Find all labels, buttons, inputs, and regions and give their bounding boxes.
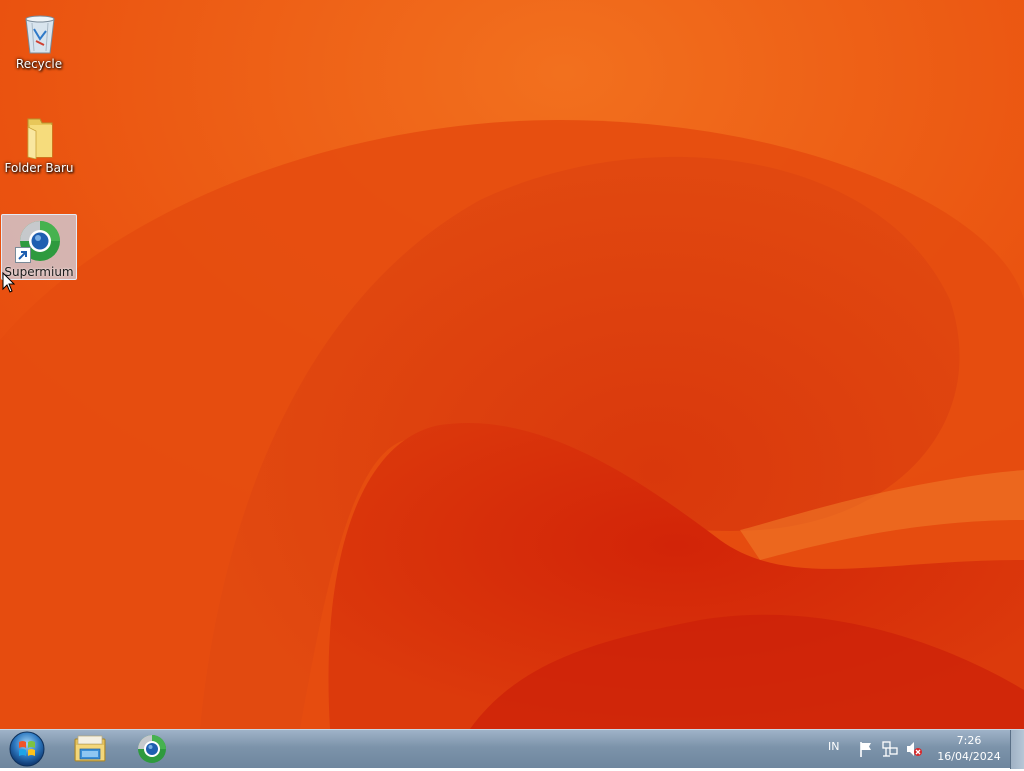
desktop-icon-recycle-bin[interactable]: Recycle: [1, 6, 77, 72]
desktop-icon-supermium[interactable]: Supermium: [1, 214, 77, 280]
volume-muted-icon[interactable]: [905, 740, 923, 758]
shortcut-arrow-icon: [15, 247, 31, 263]
file-explorer-icon: [74, 735, 106, 762]
mouse-cursor-icon: [2, 272, 15, 293]
clock-time: 7:26: [956, 734, 982, 747]
action-center-flag-icon[interactable]: [857, 740, 875, 758]
taskbar: IN 7:26 16/04/2024: [0, 729, 1024, 769]
clock-date: 16/04/2024: [937, 750, 1001, 763]
start-button[interactable]: [6, 731, 48, 767]
network-icon[interactable]: [881, 740, 899, 758]
taskbar-supermium[interactable]: [124, 731, 180, 767]
recycle-bin-icon: [25, 15, 55, 54]
desktop-icon-label: Folder Baru: [4, 161, 74, 175]
taskbar-file-explorer[interactable]: [62, 731, 118, 767]
show-desktop-button[interactable]: [1010, 730, 1024, 769]
desktop-icon-label: Recycle: [15, 57, 63, 71]
supermium-browser-icon: [138, 735, 166, 763]
language-indicator[interactable]: IN: [828, 740, 839, 753]
system-clock[interactable]: 7:26 16/04/2024: [934, 733, 1004, 765]
wallpaper: [0, 0, 1024, 729]
windows-start-orb-icon: [9, 731, 45, 767]
folder-icon: [27, 118, 53, 159]
desktop-icon-folder-baru[interactable]: Folder Baru: [1, 110, 77, 176]
desktop[interactable]: Recycle Folder Baru Supermium: [0, 0, 1024, 729]
